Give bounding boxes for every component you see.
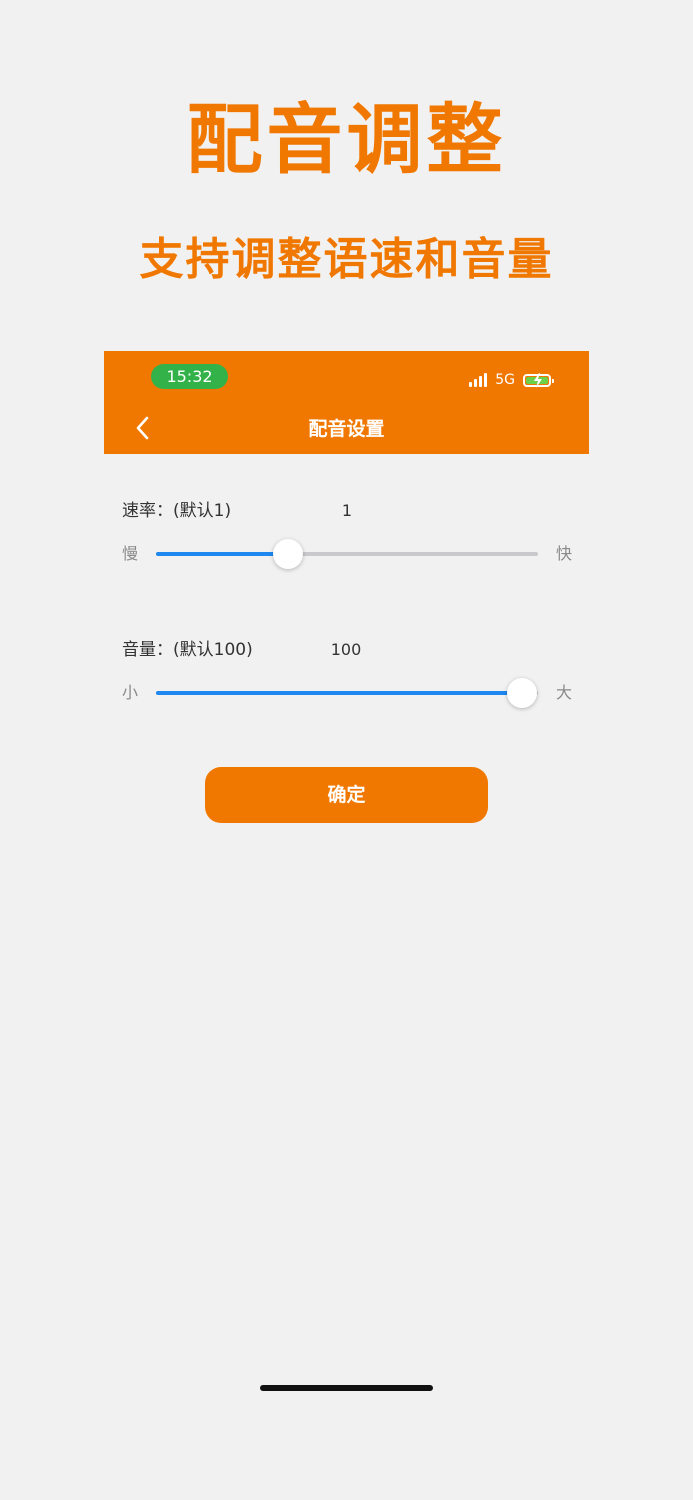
battery-charging-icon: [523, 372, 554, 388]
rate-slider[interactable]: [156, 539, 538, 569]
rate-label: 速率：(默认1): [122, 501, 232, 521]
volume-min-label: 小: [122, 683, 139, 702]
page-title: 配音设置: [308, 418, 385, 440]
volume-label: 音量：(默认100): [122, 640, 253, 660]
network-type: 5G: [495, 372, 515, 388]
confirm-button[interactable]: 确定: [205, 767, 488, 823]
signal-icon: [469, 373, 488, 387]
status-time: 15:32: [151, 364, 228, 389]
rate-slider-thumb[interactable]: [272, 539, 303, 569]
promo-title: 配音调整: [186, 95, 507, 184]
volume-slider[interactable]: [156, 678, 538, 708]
volume-value: 100: [330, 640, 362, 659]
volume-slider-thumb[interactable]: [506, 678, 537, 708]
volume-slider-fill: [156, 691, 522, 695]
rate-min-label: 慢: [122, 544, 139, 563]
rate-value: 1: [341, 501, 353, 520]
app-header: 15:32 5G 配音设置: [104, 351, 589, 454]
rate-max-label: 快: [556, 544, 573, 563]
volume-max-label: 大: [556, 683, 573, 702]
status-indicators: 5G: [469, 370, 554, 390]
promo-subtitle: 支持调整语速和音量: [139, 234, 554, 285]
home-indicator: [260, 1385, 433, 1391]
rate-slider-fill: [156, 552, 288, 556]
